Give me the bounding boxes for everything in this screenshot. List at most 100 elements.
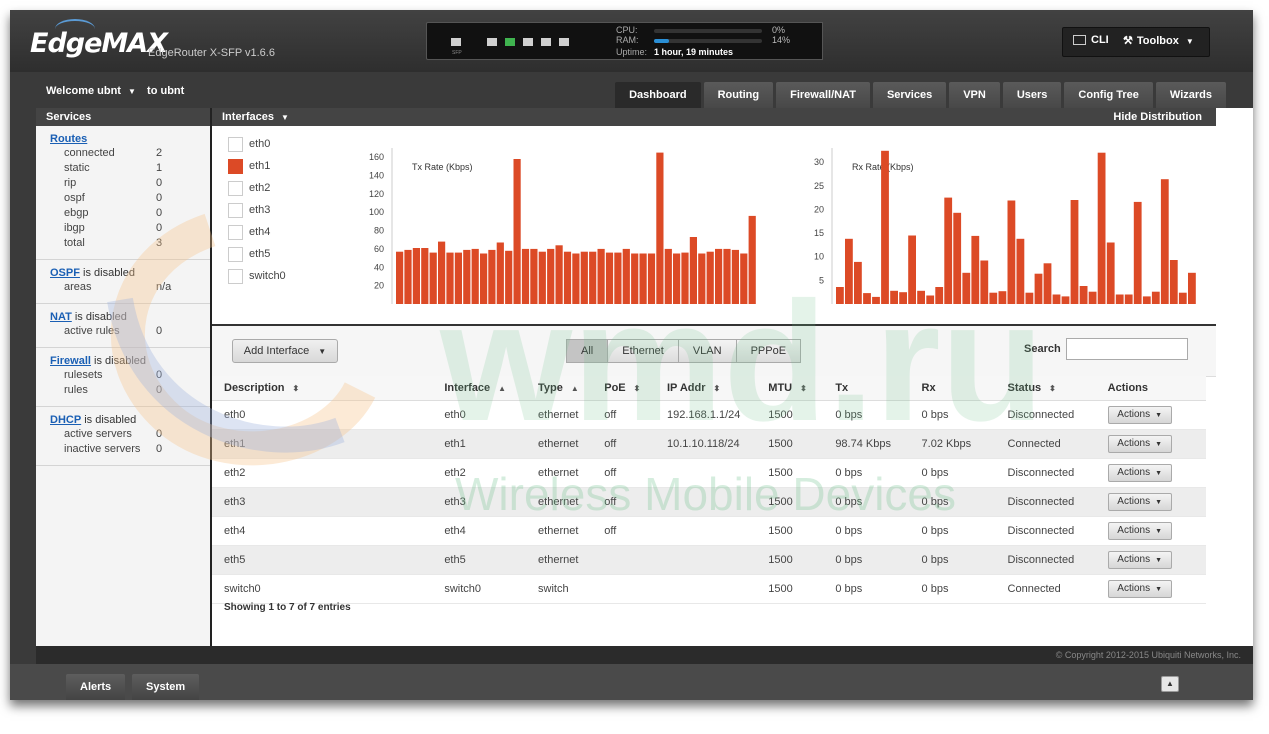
legend-checkbox[interactable]	[228, 246, 243, 262]
chart-bar	[1160, 179, 1169, 304]
sidebar-stat-row: rulesets 0	[36, 368, 210, 383]
nat-link[interactable]: NAT	[50, 311, 72, 323]
filter-pppoe[interactable]: PPPoE	[735, 339, 802, 363]
column-header-actions[interactable]: Actions	[1095, 376, 1206, 401]
alerts-tab[interactable]: Alerts	[66, 674, 126, 700]
tab-services[interactable]: Services	[872, 82, 947, 108]
ram-percent: 14%	[772, 35, 791, 45]
system-tab[interactable]: System	[132, 674, 200, 700]
table-row[interactable]: eth0 eth0 ethernet off 192.168.1.1/24 1500 0 b…	[212, 400, 1206, 430]
stat-value: 0	[156, 443, 163, 455]
chart-bar	[656, 152, 664, 304]
legend-item-switch0[interactable]: switch0	[228, 268, 286, 284]
stat-value: 0	[156, 207, 163, 219]
column-header-rx[interactable]: Rx	[909, 376, 996, 401]
interfaces-menu[interactable]: Interfaces ▼	[222, 111, 289, 123]
column-header-interface[interactable]: Interface ▲	[432, 376, 527, 401]
column-header-mtu[interactable]: MTU ⬍	[756, 376, 824, 401]
chart-bar	[698, 253, 706, 304]
table-row[interactable]: eth1 eth1 ethernet off 10.1.10.118/24 1500 98.…	[212, 429, 1206, 459]
y-tick-label: 25	[814, 181, 824, 191]
table-row[interactable]: eth5 eth5 ethernet 1500 0 bps 0 bps Disconnect…	[212, 545, 1206, 575]
legend-label: eth5	[249, 248, 271, 260]
filter-all[interactable]: All	[566, 339, 609, 363]
routes-link[interactable]: Routes	[50, 133, 87, 145]
column-header-tx[interactable]: Tx	[823, 376, 910, 401]
tab-vpn[interactable]: VPN	[949, 82, 1000, 108]
legend-item-eth5[interactable]: eth5	[228, 246, 270, 262]
row-actions-button[interactable]: Actions ▼	[1107, 464, 1172, 482]
table-row[interactable]: switch0 switch0 switch 1500 0 bps 0 bps Connec…	[212, 574, 1206, 604]
row-actions-button[interactable]: Actions ▼	[1107, 522, 1172, 540]
stat-label: areas	[64, 281, 92, 293]
chevron-down-icon: ▼	[1185, 37, 1194, 46]
firewall-link[interactable]: Firewall	[50, 355, 91, 367]
legend-item-eth2[interactable]: eth2	[228, 180, 270, 196]
row-actions-button[interactable]: Actions ▼	[1107, 493, 1172, 511]
interfaces-table: Description ⬍ Interface ▲ Type ▲ PoE ⬍ IP Addr ⬍ M…	[212, 376, 1206, 604]
column-header-description[interactable]: Description ⬍	[212, 376, 433, 401]
hide-distribution-link[interactable]: Hide Distribution	[1113, 108, 1202, 126]
search-input[interactable]	[1066, 338, 1188, 360]
column-header-type[interactable]: Type ▲	[526, 376, 593, 401]
chart-bar	[463, 249, 471, 304]
chart-bar	[1016, 238, 1025, 304]
column-header-poe[interactable]: PoE ⬍	[592, 376, 655, 401]
stat-value: 3	[156, 237, 163, 249]
tab-wizards[interactable]: Wizards	[1155, 82, 1226, 108]
tab-dashboard[interactable]: Dashboard	[615, 82, 701, 108]
y-tick-label: 120	[369, 189, 384, 199]
y-tick-label: 20	[374, 281, 384, 291]
stat-value: 1	[156, 162, 163, 174]
y-tick-label: 40	[374, 262, 384, 272]
legend-checkbox[interactable]	[228, 224, 243, 240]
column-header-status[interactable]: Status ⬍	[995, 376, 1096, 401]
chart-bar	[605, 252, 614, 304]
filter-ethernet[interactable]: Ethernet	[607, 339, 679, 363]
legend-item-eth3[interactable]: eth3	[228, 202, 270, 218]
ospf-link[interactable]: OSPF	[50, 267, 80, 279]
cell-poe: off	[592, 429, 655, 459]
table-row[interactable]: eth4 eth4 ethernet off 1500 0 bps 0 bps Disconn…	[212, 516, 1206, 546]
column-header-ip-addr[interactable]: IP Addr ⬍	[655, 376, 757, 401]
port-eth1-icon	[505, 38, 515, 46]
expand-up-button[interactable]: ▲	[1161, 676, 1179, 692]
legend-item-eth4[interactable]: eth4	[228, 224, 270, 240]
toolbox-button[interactable]: ⚒ Toolbox ▼	[1123, 34, 1194, 47]
row-actions-button[interactable]: Actions ▼	[1107, 435, 1172, 453]
table-row[interactable]: eth2 eth2 ethernet off 1500 0 bps 0 bps Disconn…	[212, 458, 1206, 488]
dhcp-link[interactable]: DHCP	[50, 414, 81, 426]
tab-users[interactable]: Users	[1002, 82, 1062, 108]
filter-vlan[interactable]: VLAN	[677, 339, 737, 363]
chart-bar	[1188, 272, 1196, 304]
row-actions-button[interactable]: Actions ▼	[1107, 406, 1172, 424]
welcome-user-menu[interactable]: Welcome ubnt ▼ to ubnt	[46, 85, 184, 97]
cell-interface: eth5	[432, 545, 527, 575]
port-eth4-icon	[559, 38, 569, 46]
legend-checkbox[interactable]	[228, 136, 243, 152]
legend-checkbox[interactable]	[228, 268, 243, 284]
actions-label: Actions	[1117, 409, 1151, 420]
row-actions-button[interactable]: Actions ▼	[1107, 580, 1172, 598]
table-row[interactable]: eth3 eth3 ethernet off 1500 0 bps 0 bps Disconn…	[212, 487, 1206, 517]
stat-value: n/a	[156, 281, 172, 293]
legend-item-eth1[interactable]: eth1	[228, 158, 270, 174]
legend-item-eth0[interactable]: eth0	[228, 136, 270, 152]
row-actions-button[interactable]: Actions ▼	[1107, 551, 1172, 569]
cell-poe	[592, 545, 655, 575]
chart-bar	[980, 260, 989, 304]
legend-checkbox[interactable]	[228, 202, 243, 218]
cell-ip: 192.168.1.1/24	[655, 400, 757, 430]
sidebar-stat-row: rules 0	[36, 383, 210, 398]
cli-button[interactable]: CLI	[1073, 34, 1109, 46]
chart-bar	[723, 248, 731, 304]
stat-label: inactive servers	[64, 443, 141, 455]
legend-checkbox[interactable]	[228, 158, 243, 174]
actions-label: Actions	[1117, 554, 1151, 565]
tab-config-tree[interactable]: Config Tree	[1064, 82, 1153, 108]
tab-routing[interactable]: Routing	[703, 82, 774, 108]
add-interface-button[interactable]: Add Interface ▼	[232, 339, 338, 363]
legend-checkbox[interactable]	[228, 180, 243, 196]
chart-bar	[496, 242, 504, 304]
tab-firewall-nat[interactable]: Firewall/NAT	[776, 82, 870, 108]
